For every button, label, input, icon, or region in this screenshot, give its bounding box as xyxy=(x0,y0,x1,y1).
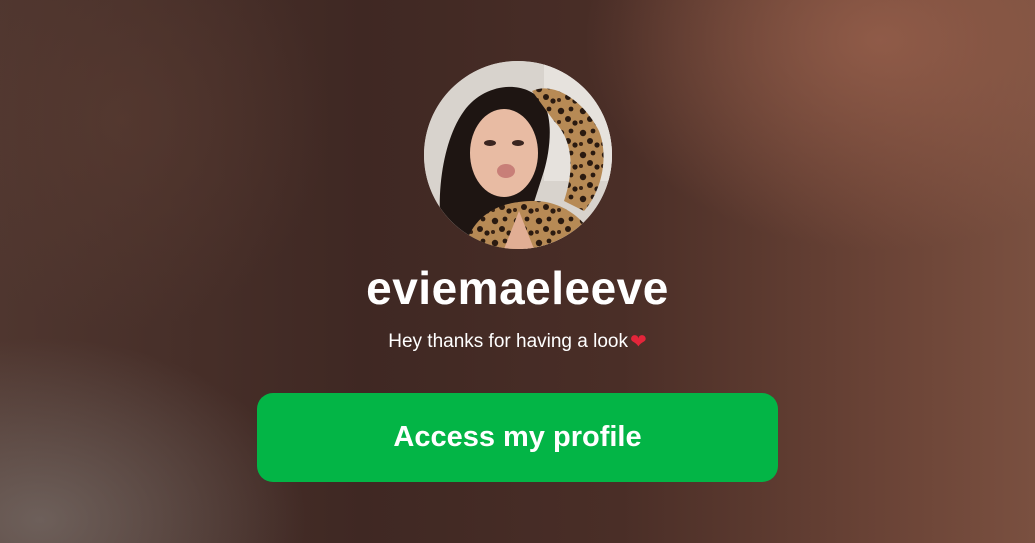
profile-card: eviemaeleeve Hey thanks for having a loo… xyxy=(0,0,1035,354)
bio: Hey thanks for having a look ❤ xyxy=(388,330,647,354)
profile-photo xyxy=(423,61,612,249)
username: eviemaeleeve xyxy=(366,262,669,314)
avatar xyxy=(423,61,612,249)
access-profile-button[interactable]: Access my profile xyxy=(257,393,778,482)
heart-icon: ❤ xyxy=(629,331,647,353)
bio-text: Hey thanks for having a look xyxy=(388,331,628,352)
